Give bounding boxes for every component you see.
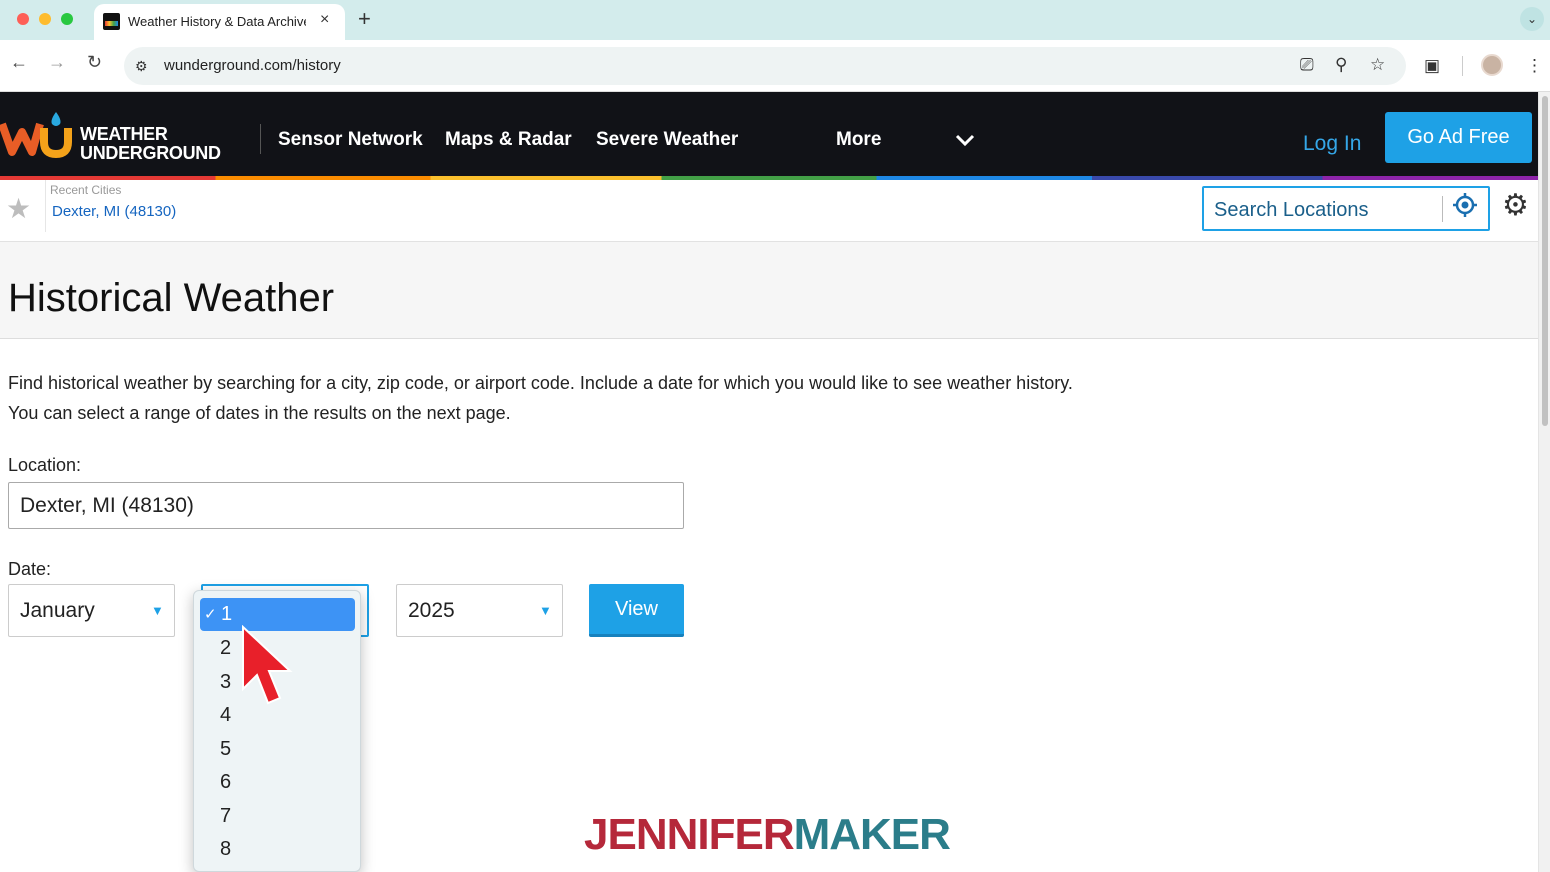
address-bar: ← → ↻ ⚙ wunderground.com/history ⎚ ⚲ ☆ ▣… [0,40,1550,92]
install-app-icon[interactable]: ⎚ [1300,55,1314,75]
day-option-label: 2 [220,637,232,659]
search-locations-input[interactable]: Search Locations [1202,186,1490,231]
watermark-part-1: JENNIFER [584,810,795,859]
favorite-star-icon[interactable]: ★ [6,192,31,225]
search-divider [1442,196,1443,222]
date-label: Date: [8,559,52,579]
locate-me-icon[interactable] [1453,193,1477,223]
logo-line-1: WEATHER [80,124,168,144]
site-header: WEATHER UNDERGROUND Sensor Network Maps … [0,92,1538,176]
year-select[interactable]: 2025 ▼ [396,584,563,637]
day-option-label: 5 [220,738,232,760]
forward-arrow-icon[interactable]: → [48,52,66,73]
year-caret-icon: ▼ [539,603,552,618]
month-caret-icon: ▼ [151,603,164,618]
day-option-label: 3 [220,671,232,693]
page-description: Find historical weather by searching for… [8,373,1073,423]
location-input[interactable] [8,482,684,529]
page-heading-section: Historical Weather [0,242,1538,339]
tab-close-icon[interactable]: × [320,11,329,29]
logo-divider [260,124,261,154]
extensions-puzzle-icon[interactable]: ▣ [1424,56,1440,76]
login-link[interactable]: Log In [1303,132,1361,156]
view-button[interactable]: View [589,584,684,637]
day-option[interactable]: 5 [194,733,360,767]
new-tab-button[interactable]: + [358,6,371,32]
nav-severe-weather[interactable]: Severe Weather [596,129,738,151]
zoom-icon[interactable]: ⚲ [1335,55,1347,75]
nav-more[interactable]: More [836,129,881,151]
logo-line-2: UNDERGROUND [80,143,221,163]
browser-tab[interactable]: Weather History & Data Archive × [94,4,345,40]
wu-logo-icon[interactable] [0,110,72,158]
scrollbar-thumb[interactable] [1542,96,1548,426]
minimize-window-button[interactable] [39,13,51,25]
recent-divider [45,180,46,232]
back-arrow-icon[interactable]: ← [10,52,28,73]
tab-search-chevron-icon[interactable]: ⌄ [1520,7,1544,31]
watermark-logo: JENNIFERMAKER [584,810,951,860]
pointer-cursor-icon [242,625,293,705]
recent-cities-bar: ★ Recent Cities Dexter, MI (48130) Searc… [0,180,1538,242]
checkmark-icon: ✓ [204,606,217,623]
bookmark-star-icon[interactable]: ☆ [1370,55,1385,75]
wu-logo-text[interactable]: WEATHER UNDERGROUND [80,125,221,163]
nav-maps-radar[interactable]: Maps & Radar [445,129,572,151]
toolbar-divider [1462,56,1463,76]
day-option[interactable]: 8 [194,833,360,867]
site-settings-icon[interactable]: ⚙ [135,58,148,75]
tab-title: Weather History & Data Archive [128,14,306,29]
day-option-label: 4 [220,704,232,726]
day-option-label: 1 [221,603,233,625]
day-option[interactable]: 7 [194,800,360,834]
day-option-label: 7 [220,805,232,827]
day-option[interactable]: 6 [194,766,360,800]
close-window-button[interactable] [17,13,29,25]
reload-icon[interactable]: ↻ [87,52,102,73]
url-text[interactable]: wunderground.com/history [164,57,341,74]
browser-tab-bar: Weather History & Data Archive × + ⌄ [0,0,1550,40]
wu-favicon-icon [103,13,120,30]
profile-avatar[interactable] [1481,54,1503,76]
browser-menu-icon[interactable]: ⋮ [1526,56,1543,76]
chevron-down-icon[interactable] [954,129,976,157]
go-ad-free-button[interactable]: Go Ad Free [1385,112,1532,163]
maximize-window-button[interactable] [61,13,73,25]
location-label: Location: [8,455,82,475]
month-select-value: January [20,599,95,622]
day-option-label: 6 [220,771,232,793]
recent-cities-label: Recent Cities [50,183,122,197]
nav-sensor-network[interactable]: Sensor Network [278,129,423,151]
watermark-part-2: MAKER [793,810,951,859]
omnibox[interactable]: ⚙ wunderground.com/history ⎚ ⚲ ☆ [124,47,1406,85]
page-scrollbar[interactable] [1538,92,1550,872]
page-title: Historical Weather [8,276,335,320]
day-option-label: 8 [220,838,232,860]
recent-city-link[interactable]: Dexter, MI (48130) [52,203,176,220]
month-select[interactable]: January ▼ [8,584,175,637]
search-placeholder: Search Locations [1214,199,1369,221]
year-select-value: 2025 [408,599,455,622]
settings-gear-icon[interactable]: ⚙ [1502,188,1529,223]
